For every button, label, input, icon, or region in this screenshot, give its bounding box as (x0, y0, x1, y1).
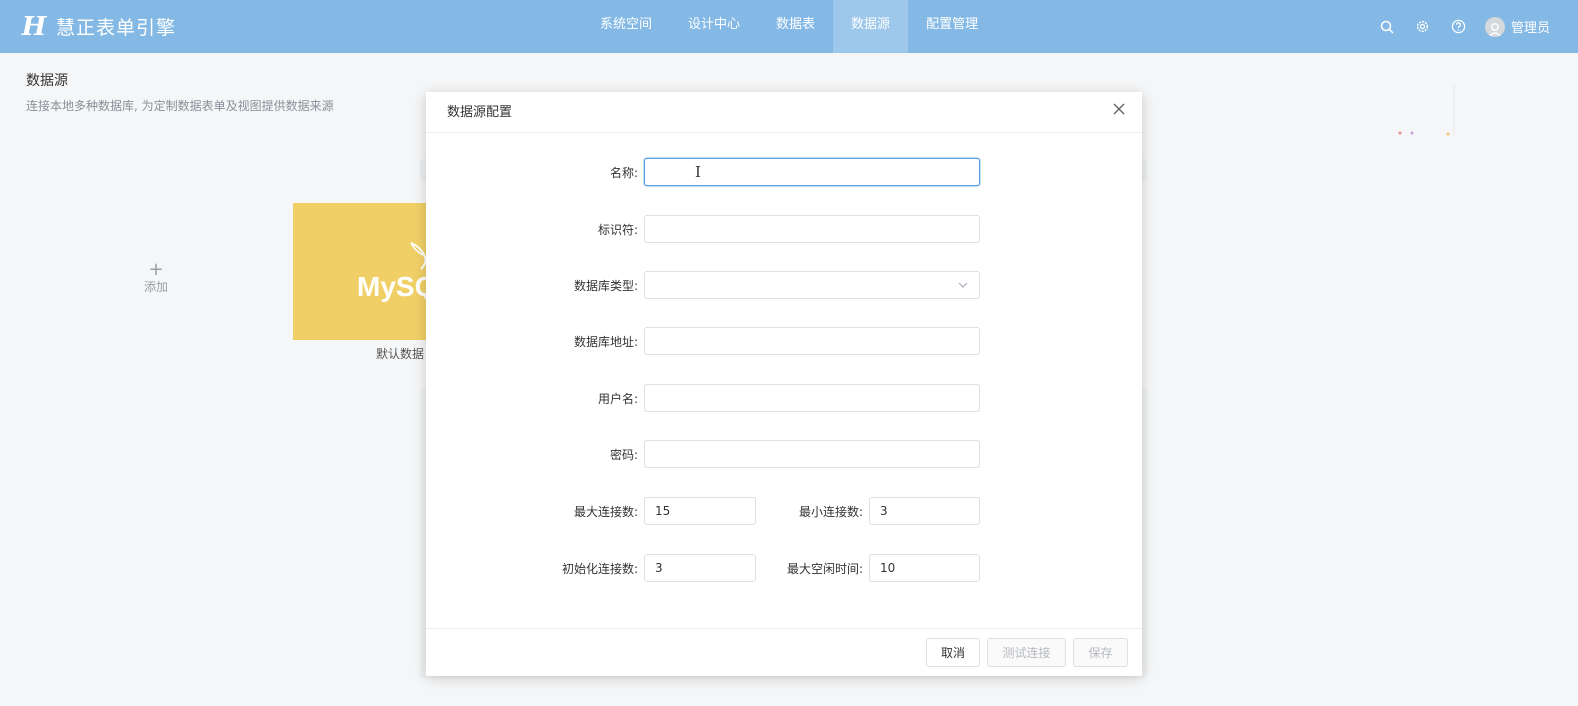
identifier-input[interactable] (644, 215, 980, 243)
header-tools: 管理员 (1359, 0, 1550, 53)
min-conn-value: 3 (880, 504, 888, 518)
mysql-logo-text: MySQ (357, 271, 427, 302)
page-title: 数据源 (26, 73, 68, 89)
db-type-label: 数据库类型: (573, 278, 638, 293)
avatar (1484, 16, 1505, 37)
nav-item-design-center[interactable]: 设计中心 (670, 0, 758, 53)
min-conn-label: 最小连接数: (798, 504, 863, 519)
form-row-name: 名称: I (526, 158, 980, 186)
save-button[interactable]: 保存 (1073, 638, 1128, 667)
password-input[interactable] (644, 440, 980, 468)
form-row-min-connections: 最小连接数: 3 (756, 497, 980, 525)
init-conn-input[interactable]: 3 (644, 554, 756, 582)
datasource-card-mysql[interactable]: MySQ (293, 203, 427, 340)
nav-item-data-sources[interactable]: 数据源 (833, 0, 909, 53)
plus-icon: + (148, 259, 164, 280)
max-idle-value: 10 (880, 561, 896, 575)
search-icon[interactable] (1379, 19, 1395, 35)
db-address-label: 数据库地址: (573, 334, 638, 349)
form-row-username: 用户名: (526, 384, 980, 412)
db-address-input[interactable] (644, 327, 980, 355)
help-icon[interactable] (1451, 19, 1467, 35)
text-cursor-icon: I (695, 163, 701, 181)
identifier-label: 标识符: (597, 222, 638, 237)
nav-item-config-management[interactable]: 配置管理 (908, 0, 996, 53)
form-row-db-type: 数据库类型: (526, 271, 980, 299)
form-row-init-connections: 初始化连接数: 3 (526, 554, 756, 582)
password-label: 密码: (609, 447, 638, 462)
form-row-password: 密码: (526, 440, 980, 468)
gear-icon[interactable] (1415, 19, 1431, 35)
form-row-db-address: 数据库地址: (526, 327, 980, 355)
dialog-footer: 取消 测试连接 保存 (426, 628, 1142, 676)
db-type-select[interactable] (644, 271, 980, 299)
user-name: 管理员 (1510, 21, 1550, 36)
nav-item-data-tables[interactable]: 数据表 (758, 0, 833, 53)
main-nav: 系统空间 设计中心 数据表 数据源 配置管理 (582, 0, 996, 53)
name-input[interactable]: I (644, 158, 980, 186)
page-description: 连接本地多种数据库, 为定制数据表单及视图提供数据来源 (26, 99, 334, 113)
datasource-card-label: 默认数据 (376, 347, 425, 361)
form-row-identifier: 标识符: (526, 215, 980, 243)
close-icon[interactable] (1112, 102, 1126, 116)
dialog-title: 数据源配置 (447, 105, 513, 120)
h-logo-icon: H (21, 11, 47, 42)
username-input[interactable] (644, 384, 980, 412)
username-label: 用户名: (597, 391, 638, 406)
top-bar: H 慧正表单引擎 系统空间 设计中心 数据表 数据源 配置管理 管理员 (0, 0, 1578, 53)
max-idle-label: 最大空闲时间: (786, 561, 863, 576)
add-label: 添加 (143, 280, 168, 294)
init-conn-label: 初始化连接数: (561, 561, 638, 576)
app-title: 慧正表单引擎 (56, 17, 177, 39)
nav-item-system-space[interactable]: 系统空间 (582, 0, 670, 53)
dialog-header: 数据源配置 (426, 92, 1142, 133)
form-row-max-idle: 最大空闲时间: 10 (756, 554, 980, 582)
max-conn-value: 15 (655, 504, 671, 518)
test-connection-button[interactable]: 测试连接 (987, 638, 1066, 667)
user-menu[interactable]: 管理员 (1484, 16, 1550, 37)
max-idle-input[interactable]: 10 (869, 554, 980, 582)
app-logo[interactable]: H 慧正表单引擎 (20, 12, 176, 42)
max-conn-label: 最大连接数: (573, 504, 638, 519)
init-conn-value: 3 (655, 561, 663, 575)
min-conn-input[interactable]: 3 (869, 497, 980, 525)
cancel-button[interactable]: 取消 (926, 638, 980, 667)
datasource-config-dialog: 数据源配置 名称: I 标识符: 数据库类型: 数据库地址: 用户名: 密码: … (426, 92, 1142, 676)
decorative-illustration (1398, 84, 1455, 136)
form-row-max-connections: 最大连接数: 15 (526, 497, 756, 525)
add-datasource-button[interactable]: + 添加 (120, 259, 192, 295)
chevron-down-icon (957, 279, 969, 291)
name-label: 名称: (609, 165, 638, 180)
max-conn-input[interactable]: 15 (644, 497, 756, 525)
